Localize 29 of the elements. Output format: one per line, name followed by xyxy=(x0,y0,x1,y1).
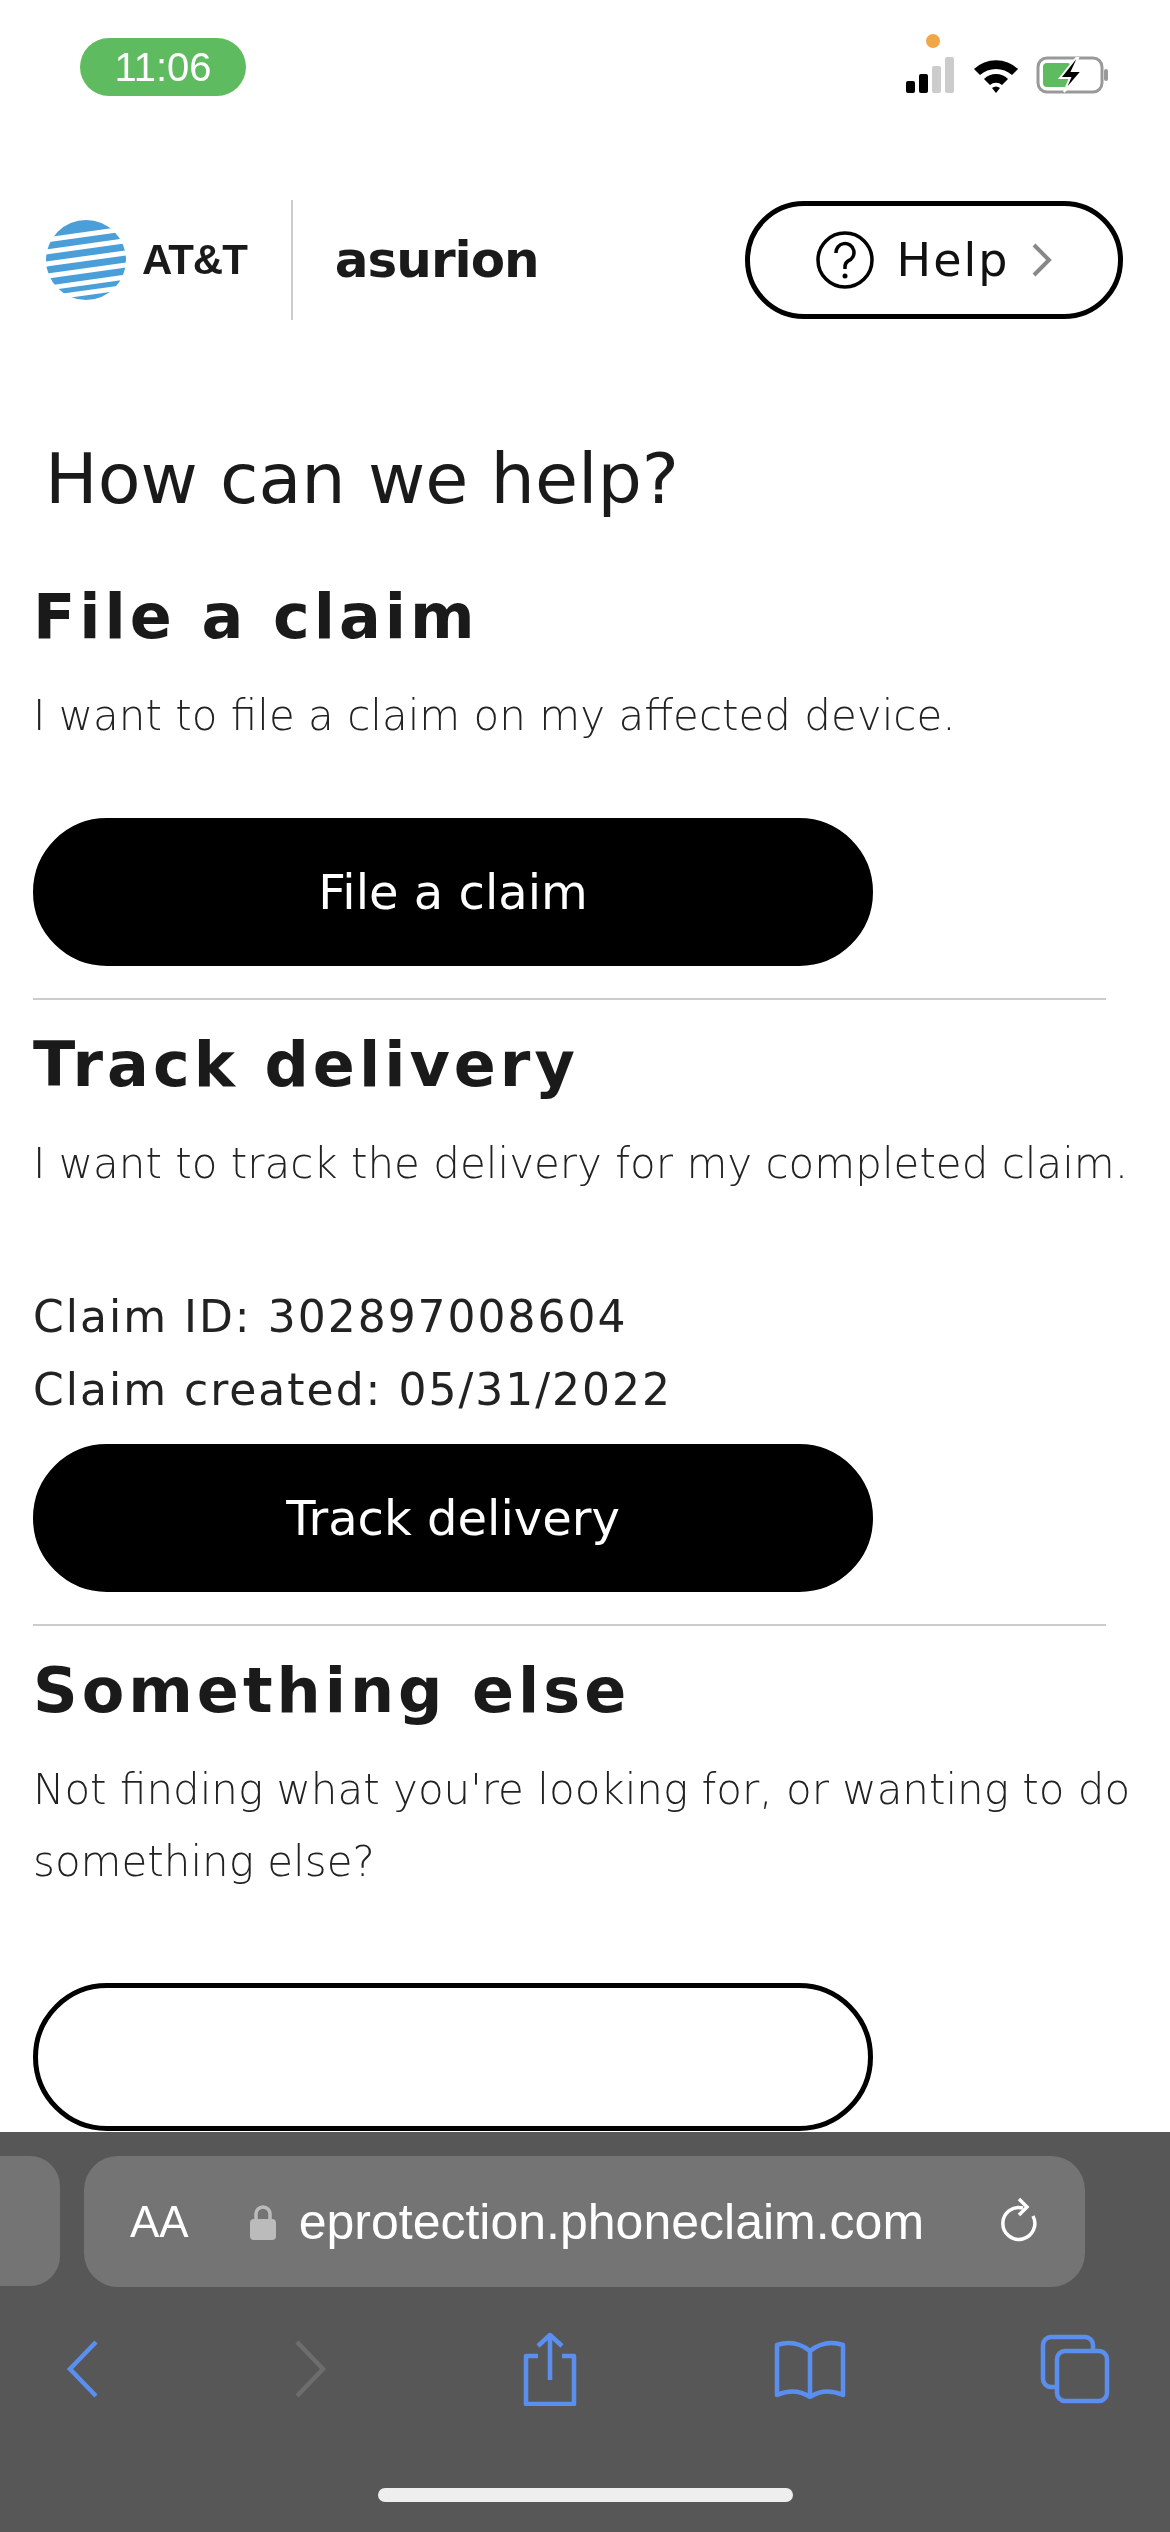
signal-icon xyxy=(906,57,956,93)
section-description: I want to track the delivery for my completed claim. xyxy=(33,1138,1130,1190)
wifi-icon xyxy=(972,57,1020,93)
chevron-right-icon xyxy=(1031,242,1054,278)
action-button[interactable]: Track delivery xyxy=(33,1444,873,1592)
section-description: I want to file a claim on my affected device. xyxy=(33,690,957,742)
lock-icon xyxy=(248,2203,277,2240)
page-title: How can we help? xyxy=(45,438,680,520)
globe-logo-icon xyxy=(44,218,128,302)
claim-detail: Claim ID: 302897008604 xyxy=(33,1290,629,1344)
help-icon xyxy=(814,230,875,290)
bookmarks-button[interactable] xyxy=(773,2339,847,2399)
action-button[interactable]: File a claim xyxy=(33,818,873,966)
time: 11:06 xyxy=(80,38,246,96)
tabs-button[interactable] xyxy=(1040,2334,1110,2404)
battery-charging-icon xyxy=(1036,56,1110,94)
address-bar[interactable]: AA eprotection.phoneclaim.com xyxy=(84,2156,1085,2287)
section-heading: File a claim xyxy=(33,579,480,655)
privacy-dot-icon xyxy=(926,34,940,48)
section-heading: Track delivery xyxy=(33,1027,580,1103)
section-heading: Something else xyxy=(33,1653,632,1729)
back-button[interactable] xyxy=(66,2339,100,2399)
text-size-button[interactable]: AA xyxy=(130,2196,189,2247)
claim-detail: Claim created: 05/31/2022 xyxy=(33,1363,673,1417)
brand-logo-text: asurion xyxy=(334,231,539,289)
url-text: eprotection.phoneclaim.com xyxy=(298,2192,926,2251)
help-button[interactable]: Help xyxy=(745,201,1123,319)
brand-logo-text: AT&T xyxy=(142,236,247,284)
section-description: Not finding what you're looking for, or wanting to do something else? xyxy=(33,1764,1132,1888)
